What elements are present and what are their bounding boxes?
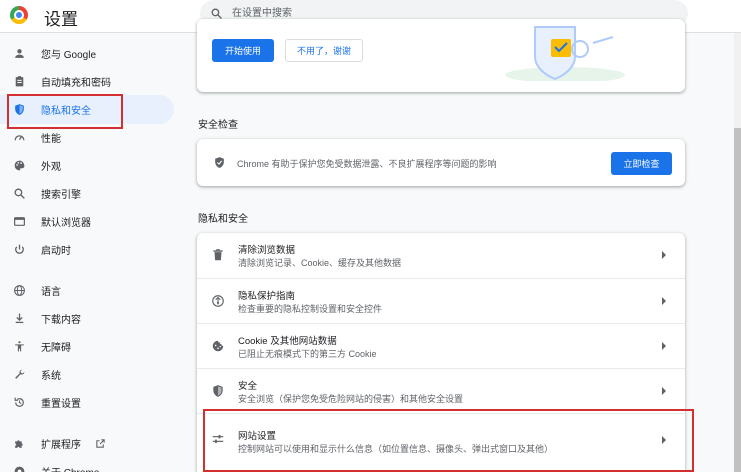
puzzle-icon	[13, 437, 26, 450]
dismiss-button[interactable]: 不用了，谢谢	[285, 39, 363, 62]
reset-icon	[13, 396, 26, 409]
sidebar-item-on-startup[interactable]: 启动时	[0, 235, 174, 264]
chrome-icon	[13, 465, 26, 472]
row-cookies[interactable]: Cookie 及其他网站数据 已阻止无痕模式下的第三方 Cookie	[197, 323, 685, 368]
safety-check-description: Chrome 有助于保护您免受数据泄露、不良扩展程序等问题的影响	[237, 159, 497, 169]
power-icon	[13, 243, 26, 256]
sidebar-item-about-chrome[interactable]: 关于 Chrome	[0, 457, 174, 472]
search-icon	[13, 187, 26, 200]
external-link-icon	[96, 439, 105, 448]
sidebar-item-label: 性能	[41, 134, 61, 145]
row-title: Cookie 及其他网站数据	[238, 336, 337, 347]
main-content: 开始使用 不用了，谢谢 安全检查 Chrome 有助于保护您免受数据泄露、不良扩…	[180, 19, 700, 472]
chevron-right-icon	[662, 342, 666, 350]
sidebar-item-search-engine[interactable]: 搜索引擎	[0, 179, 174, 208]
sidebar-item-system[interactable]: 系统	[0, 360, 174, 389]
chevron-right-icon	[662, 297, 666, 305]
cookie-icon	[212, 340, 224, 352]
safety-check-heading: 安全检查	[198, 120, 238, 131]
privacy-illustration-icon	[505, 26, 625, 81]
sidebar-item-you-and-google[interactable]: 您与 Google	[0, 39, 174, 68]
sidebar-item-label: 您与 Google	[41, 50, 97, 61]
scrollbar-thumb[interactable]	[734, 128, 741, 472]
security-shield-icon	[213, 385, 223, 397]
sidebar-item-label: 外观	[41, 162, 61, 173]
accessibility-icon	[13, 340, 26, 353]
row-title: 清除浏览数据	[238, 245, 296, 256]
sidebar-item-extensions[interactable]: 扩展程序	[0, 429, 174, 458]
sidebar-item-appearance[interactable]: 外观	[0, 151, 174, 180]
privacy-guide-promo-card: 开始使用 不用了，谢谢	[197, 19, 685, 92]
safety-shield-icon	[215, 157, 224, 168]
chevron-right-icon	[662, 387, 666, 395]
sidebar-item-languages[interactable]: 语言	[0, 276, 174, 305]
row-subtitle: 检查重要的隐私控制设置和安全控件	[238, 304, 383, 314]
clipboard-icon	[13, 75, 26, 88]
privacy-section-heading: 隐私和安全	[198, 214, 248, 225]
page-title: 设置	[44, 10, 78, 29]
speedometer-icon	[13, 131, 26, 144]
person-icon	[13, 47, 26, 60]
sidebar-item-label: 重置设置	[41, 399, 81, 410]
chevron-right-icon	[662, 251, 666, 259]
row-subtitle: 清除浏览记录、Cookie、缓存及其他数据	[238, 258, 402, 268]
row-title: 安全	[238, 381, 258, 392]
sidebar-item-default-browser[interactable]: 默认浏览器	[0, 207, 174, 236]
start-button[interactable]: 开始使用	[212, 39, 274, 62]
safety-check-card: Chrome 有助于保护您免受数据泄露、不良扩展程序等问题的影响 立即检查	[197, 139, 685, 186]
sidebar: 您与 Google 自动填充和密码 隐私和安全 性能 外观 搜索引擎 默认浏览器…	[0, 36, 180, 472]
sidebar-item-autofill[interactable]: 自动填充和密码	[0, 67, 174, 96]
guide-icon	[212, 295, 224, 307]
sidebar-item-label: 扩展程序	[41, 440, 81, 451]
sidebar-item-label: 关于 Chrome	[41, 464, 99, 472]
download-icon	[13, 312, 26, 325]
highlight-site-settings	[203, 409, 694, 472]
row-clear-browsing-data[interactable]: 清除浏览数据 清除浏览记录、Cookie、缓存及其他数据	[197, 233, 685, 278]
row-privacy-guide[interactable]: 隐私保护指南 检查重要的隐私控制设置和安全控件	[197, 278, 685, 323]
sidebar-item-accessibility[interactable]: 无障碍	[0, 332, 174, 361]
highlight-privacy-nav	[7, 94, 123, 129]
sidebar-item-reset[interactable]: 重置设置	[0, 388, 174, 417]
sidebar-item-label: 系统	[41, 371, 61, 382]
sidebar-item-downloads[interactable]: 下载内容	[0, 304, 174, 333]
chrome-logo-icon	[10, 6, 28, 24]
globe-icon	[13, 284, 26, 297]
row-title: 隐私保护指南	[238, 291, 296, 302]
sidebar-item-label: 无障碍	[41, 343, 71, 354]
check-now-button[interactable]: 立即检查	[611, 152, 672, 175]
sidebar-item-label: 启动时	[41, 246, 71, 257]
row-subtitle: 安全浏览（保护您免受危险网站的侵害）和其他安全设置	[238, 394, 464, 404]
palette-icon	[13, 159, 26, 172]
scrollbar[interactable]	[734, 33, 741, 472]
sidebar-item-label: 语言	[41, 287, 61, 298]
trash-icon	[213, 249, 223, 261]
sidebar-item-label: 默认浏览器	[41, 218, 91, 229]
wrench-icon	[13, 368, 26, 381]
browser-icon	[13, 215, 26, 228]
row-security[interactable]: 安全 安全浏览（保护您免受危险网站的侵害）和其他安全设置	[197, 368, 685, 413]
sidebar-item-label: 自动填充和密码	[41, 78, 111, 89]
sidebar-item-label: 搜索引擎	[41, 190, 81, 201]
sidebar-item-label: 下载内容	[41, 315, 81, 326]
row-subtitle: 已阻止无痕模式下的第三方 Cookie	[238, 349, 377, 359]
